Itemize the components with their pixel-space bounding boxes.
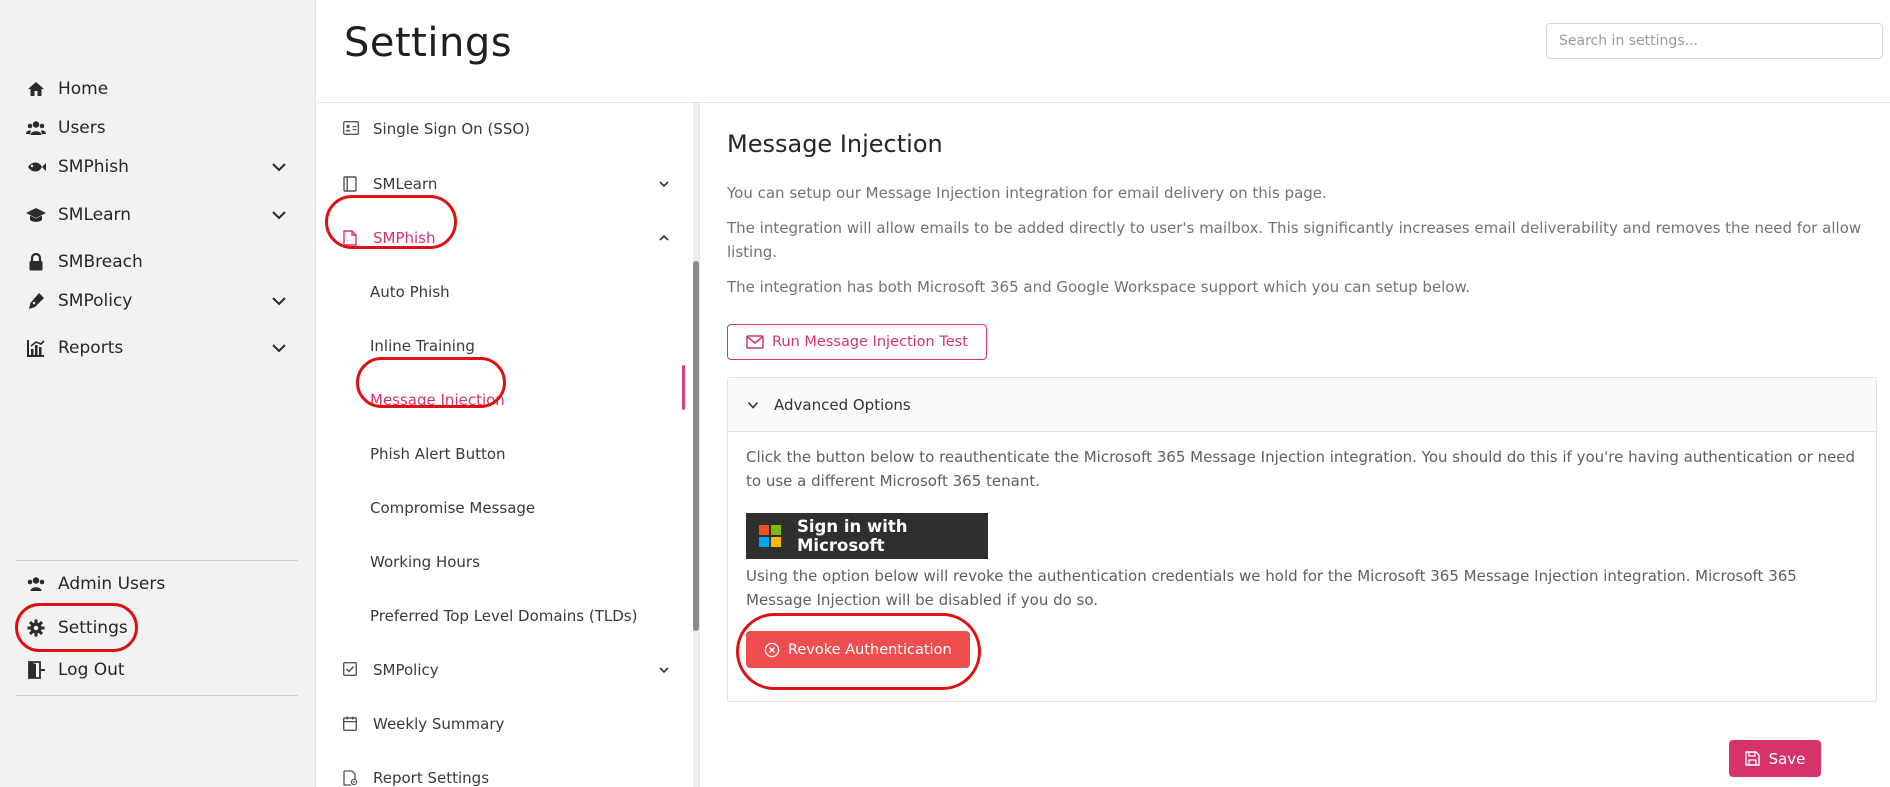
settings-nav-label: Working Hours xyxy=(370,553,480,571)
scrollbar-thumb[interactable] xyxy=(693,261,699,631)
calendar-icon xyxy=(343,716,359,732)
settings-nav-label: Report Settings xyxy=(373,769,490,787)
revoke-description: Using the option below will revoke the a… xyxy=(746,567,1797,609)
envelope-icon xyxy=(746,335,764,349)
settings-nav-auto-phish[interactable]: Auto Phish xyxy=(370,275,700,309)
logout-icon xyxy=(26,660,46,680)
pen-icon xyxy=(26,291,46,311)
sidebar-item-label: Users xyxy=(58,118,106,138)
settings-nav-sso[interactable]: Single Sign On (SSO) xyxy=(343,112,673,146)
revoke-authentication-label: Revoke Authentication xyxy=(788,641,952,658)
chevron-down-icon[interactable] xyxy=(657,177,671,191)
users-icon xyxy=(26,574,46,594)
report-settings-icon xyxy=(343,770,359,786)
settings-nav-inline-training[interactable]: Inline Training xyxy=(370,329,700,363)
chevron-down-icon[interactable] xyxy=(270,206,288,224)
settings-nav-label: Phish Alert Button xyxy=(370,445,506,463)
sidebar-item-label: SMPhish xyxy=(58,157,129,177)
page-title: Settings xyxy=(344,20,513,66)
intro-paragraph: The integration has both Microsoft 365 a… xyxy=(727,278,1471,296)
sidebar-item-label: Admin Users xyxy=(58,574,166,594)
main-sidebar: Home Users SMPhish SMLearn SMBreach SMPo… xyxy=(0,0,316,787)
settings-nav-preferred-tlds[interactable]: Preferred Top Level Domains (TLDs) xyxy=(370,599,700,633)
settings-nav-weekly-summary[interactable]: Weekly Summary xyxy=(343,707,673,741)
settings-nav-label: Message Injection xyxy=(370,391,505,409)
lock-icon xyxy=(26,252,46,272)
sidebar-item-label: Settings xyxy=(58,618,128,638)
advanced-options-panel: Advanced Options Click the button below … xyxy=(727,377,1877,702)
settings-nav-label: Single Sign On (SSO) xyxy=(373,120,531,138)
chevron-down-icon[interactable] xyxy=(657,663,671,677)
advanced-options-toggle[interactable]: Advanced Options xyxy=(728,378,1876,432)
home-icon xyxy=(26,79,46,99)
active-indicator xyxy=(682,365,685,410)
revoke-authentication-button[interactable]: Revoke Authentication xyxy=(746,631,970,668)
settings-nav-label: Compromise Message xyxy=(370,499,536,517)
microsoft-logo-icon xyxy=(759,525,781,547)
settings-nav-label: Auto Phish xyxy=(370,283,450,301)
sidebar-item-label: SMLearn xyxy=(58,205,131,225)
sidebar-item-smpolicy[interactable]: SMPolicy xyxy=(26,283,296,319)
reauth-description: Click the button below to reauthenticate… xyxy=(746,448,1856,490)
save-button-label: Save xyxy=(1768,749,1806,768)
save-icon xyxy=(1744,751,1760,766)
chevron-up-icon[interactable] xyxy=(657,231,671,245)
sidebar-item-label: SMBreach xyxy=(58,252,143,272)
settings-nav-label: Preferred Top Level Domains (TLDs) xyxy=(370,607,638,625)
close-circle-icon xyxy=(764,642,780,658)
intro-paragraph: You can setup our Message Injection inte… xyxy=(727,184,1327,202)
settings-search-input[interactable] xyxy=(1546,23,1883,59)
sidebar-item-reports[interactable]: Reports xyxy=(26,330,296,366)
sidebar-item-smbreach[interactable]: SMBreach xyxy=(26,244,296,280)
sidebar-item-label: SMPolicy xyxy=(58,291,133,311)
advanced-options-title: Advanced Options xyxy=(774,395,911,414)
settings-nav-smpolicy[interactable]: SMPolicy xyxy=(343,653,673,687)
chevron-down-icon[interactable] xyxy=(270,158,288,176)
fish-icon xyxy=(26,157,46,177)
settings-nav-smphish[interactable]: SMPhish xyxy=(343,221,673,255)
settings-nav-working-hours[interactable]: Working Hours xyxy=(370,545,700,579)
settings-nav-label: SMPolicy xyxy=(373,661,439,679)
sign-in-microsoft-button[interactable]: Sign in with Microsoft xyxy=(746,513,988,559)
sidebar-item-label: Reports xyxy=(58,338,124,358)
chevron-down-icon xyxy=(746,398,760,412)
sidebar-item-label: Log Out xyxy=(58,660,125,680)
users-icon xyxy=(26,118,46,138)
settings-nav-message-injection[interactable]: Message Injection xyxy=(370,383,700,417)
settings-nav-phish-alert-button[interactable]: Phish Alert Button xyxy=(370,437,700,471)
settings-nav-report-settings[interactable]: Report Settings xyxy=(343,761,673,787)
run-test-button-label: Run Message Injection Test xyxy=(772,334,968,350)
id-card-icon xyxy=(343,121,359,137)
settings-nav-label: SMPhish xyxy=(373,229,436,247)
graduation-cap-icon xyxy=(26,205,46,225)
sidebar-item-admin-users[interactable]: Admin Users xyxy=(26,566,296,602)
settings-nav-label: SMLearn xyxy=(373,175,438,193)
sidebar-divider xyxy=(16,695,298,696)
sidebar-item-smlearn[interactable]: SMLearn xyxy=(26,197,296,233)
run-test-button[interactable]: Run Message Injection Test xyxy=(727,324,987,360)
settings-nav-compromise-message[interactable]: Compromise Message xyxy=(370,491,700,525)
settings-nav: Single Sign On (SSO) SMLearn SMPhish Aut… xyxy=(317,103,700,787)
sidebar-item-log-out[interactable]: Log Out xyxy=(26,652,296,688)
settings-nav-smlearn[interactable]: SMLearn xyxy=(343,167,673,201)
file-icon xyxy=(343,230,359,246)
save-button[interactable]: Save xyxy=(1729,740,1821,777)
chevron-down-icon[interactable] xyxy=(270,292,288,310)
chevron-down-icon[interactable] xyxy=(270,339,288,357)
settings-nav-label: Inline Training xyxy=(370,337,475,355)
book-icon xyxy=(343,176,359,192)
sidebar-item-settings[interactable]: Settings xyxy=(26,610,296,646)
sidebar-item-label: Home xyxy=(58,79,109,99)
sidebar-item-smphish[interactable]: SMPhish xyxy=(26,149,296,185)
sidebar-divider xyxy=(16,560,298,561)
sidebar-item-users[interactable]: Users xyxy=(26,110,296,146)
gear-icon xyxy=(26,618,46,638)
sidebar-item-home[interactable]: Home xyxy=(26,71,296,107)
chart-icon xyxy=(26,338,46,358)
intro-paragraph: The integration will allow emails to be … xyxy=(727,219,1862,261)
checkbox-icon xyxy=(343,662,359,678)
settings-nav-label: Weekly Summary xyxy=(373,715,505,733)
section-title: Message Injection xyxy=(727,130,943,158)
sign-in-microsoft-label: Sign in with Microsoft xyxy=(797,517,908,555)
